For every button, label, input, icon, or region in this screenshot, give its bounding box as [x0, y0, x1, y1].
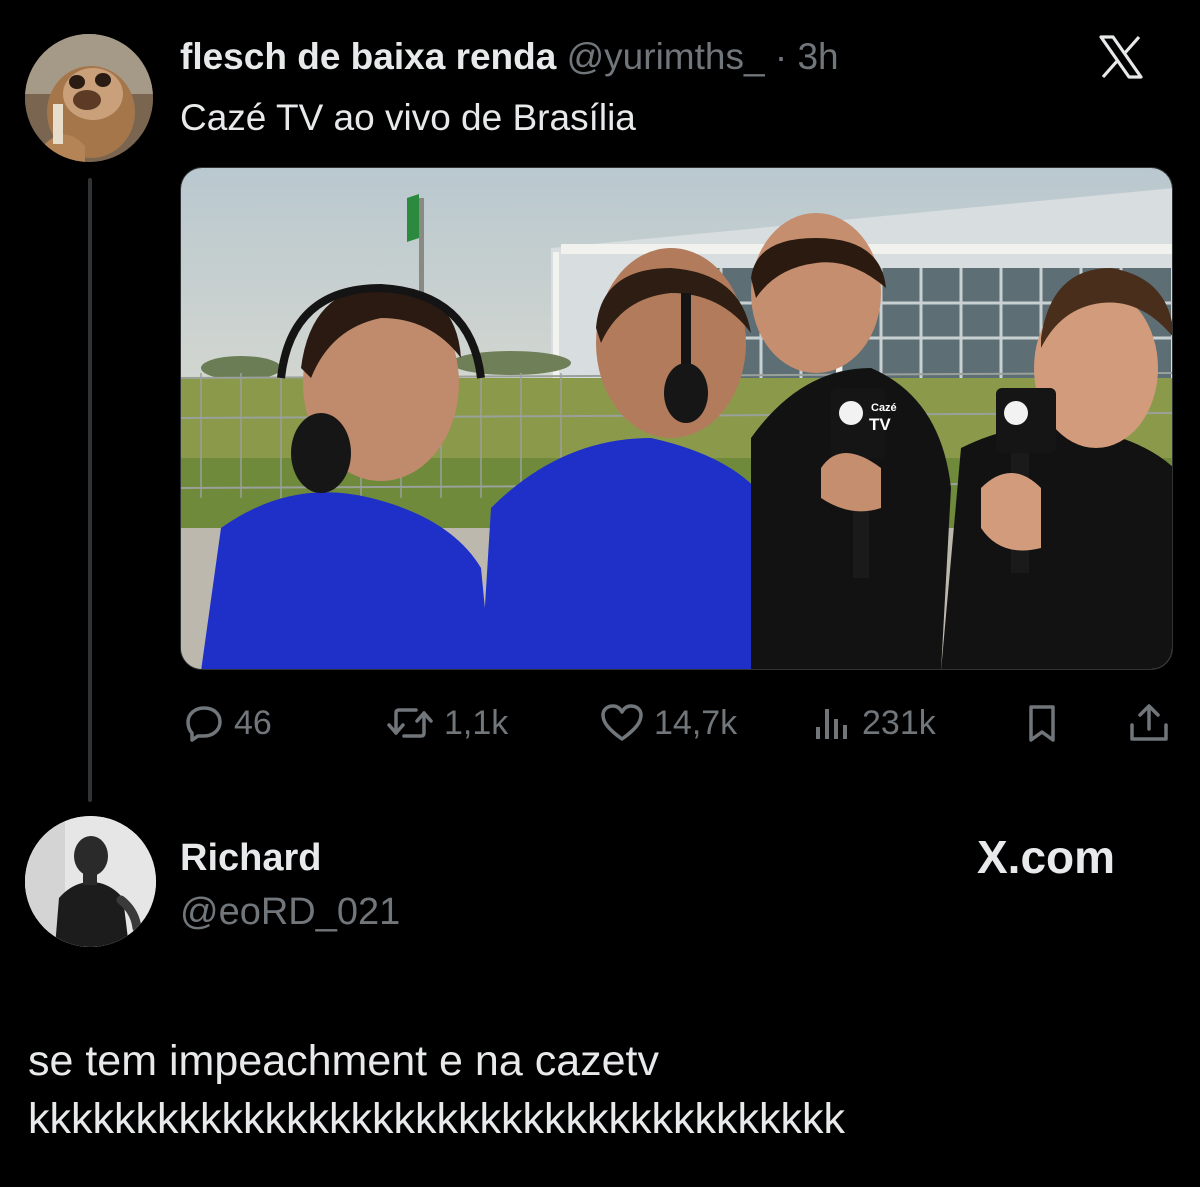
reply-avatar-image [25, 816, 156, 947]
retweet-action[interactable]: 1,1k [386, 696, 508, 750]
tweet-action-bar: 46 1,1k 14,7k 231k [180, 696, 1173, 750]
alf-avatar-image [25, 34, 153, 162]
mic-flag-label-bottom: TV [869, 415, 891, 434]
reply-handle[interactable]: @eoRD_021 [180, 889, 400, 935]
header-separator: · [774, 36, 788, 77]
views-icon [812, 703, 852, 743]
bookmark-action[interactable] [1022, 696, 1062, 750]
views-action[interactable]: 231k [812, 696, 936, 750]
reply-text: se tem impeachment e na cazetv kkkkkkkkk… [28, 1032, 1178, 1148]
mic-flag-label-top: Cazé [871, 402, 897, 414]
x-com-brand: X.com [977, 831, 1116, 883]
reply-count: 46 [234, 703, 272, 742]
tweet-media-photo[interactable]: Cazé TV [180, 167, 1173, 670]
share-icon [1128, 703, 1170, 743]
like-icon [600, 703, 644, 743]
reply-display-name[interactable]: Richard [180, 835, 321, 881]
reply-icon [184, 703, 224, 743]
interview-photo: Cazé TV [181, 168, 1172, 669]
share-action[interactable] [1128, 696, 1170, 750]
like-count: 14,7k [654, 703, 738, 742]
retweet-icon [386, 703, 434, 743]
tweet-text: Cazé TV ao vivo de Brasília [180, 97, 636, 138]
author-handle[interactable]: @yurimths_ [567, 36, 765, 77]
retweet-count: 1,1k [444, 703, 509, 742]
like-action[interactable]: 14,7k [600, 696, 737, 750]
reply-avatar[interactable] [25, 816, 156, 947]
bookmark-icon [1022, 703, 1062, 743]
views-count: 231k [862, 703, 936, 742]
x-logo-icon[interactable] [1098, 34, 1144, 80]
thread-connector-line [88, 178, 92, 802]
author-display-name[interactable]: flesch de baixa renda [180, 36, 556, 77]
tweet-timestamp[interactable]: 3h [797, 36, 838, 77]
reply-text-line-2: kkkkkkkkkkkkkkkkkkkkkkkkkkkkkkkkkkkkkk [28, 1095, 845, 1143]
tweet-header: flesch de baixa renda @yurimths_ · 3h [180, 33, 839, 81]
reply-action[interactable]: 46 [184, 696, 272, 750]
reply-text-line-1: se tem impeachment e na cazetv [28, 1037, 659, 1085]
avatar[interactable] [25, 34, 153, 162]
